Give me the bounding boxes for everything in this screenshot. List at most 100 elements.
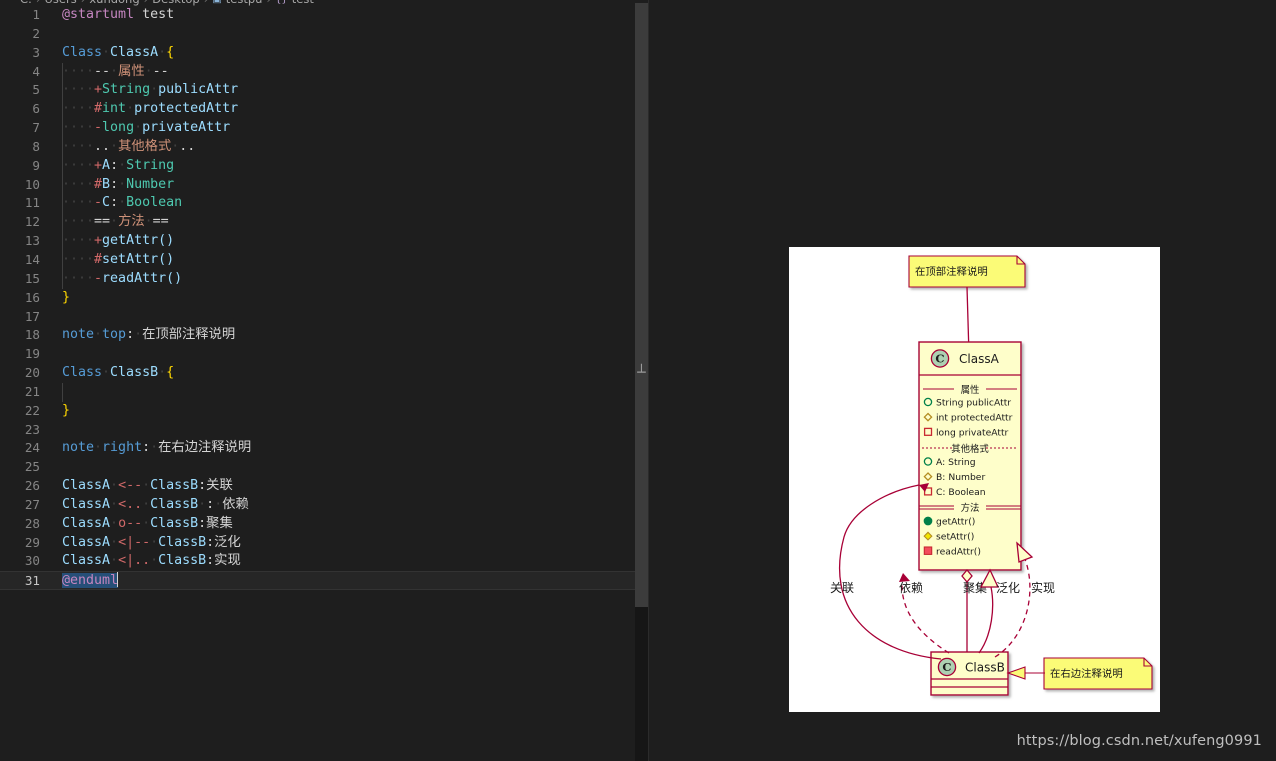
classa-method-1: setAttr(): [936, 532, 974, 543]
breadcrumb-item-file[interactable]: testpu: [226, 0, 263, 6]
code-line[interactable]: 25: [0, 458, 635, 477]
classa-member-0: String publicAttr: [936, 398, 1011, 409]
line-number: 13: [24, 233, 40, 249]
realization-label: 实现: [1031, 580, 1055, 595]
classa-method-2: readAttr(): [936, 547, 981, 558]
code-line[interactable]: 28 ClassA·o--·ClassB:聚集: [0, 515, 635, 534]
line-number: 26: [24, 478, 40, 494]
code-line[interactable]: 2: [0, 25, 635, 44]
plantuml-editor-window: C: › Users › xundong › Desktop › ▣ testp…: [0, 0, 1276, 761]
line-text: ····+String·publicAttr: [62, 82, 239, 98]
relation-dependency[interactable]: 依赖: [899, 572, 950, 654]
breadcrumb-item-xundong[interactable]: xundong: [89, 0, 139, 6]
code-lines-container[interactable]: 1 @startuml test 2 3 Class·ClassA·{4 ····--·属…: [0, 6, 635, 591]
realization-line: [994, 558, 1031, 658]
scrollbar-thumb[interactable]: [635, 3, 649, 607]
diagram-preview-pane[interactable]: 在顶部注释说明 C ClassA 属性 String publicAttr in…: [649, 0, 1276, 761]
line-number: 27: [24, 496, 40, 512]
line-text: ClassA·<|--·ClassB:泛化: [62, 534, 241, 550]
line-number: 9: [32, 157, 40, 173]
classa-member-3: A: String: [936, 457, 976, 468]
code-line[interactable]: 12 ····==·方法·==: [0, 213, 635, 233]
line-number: 31: [24, 573, 40, 589]
code-line[interactable]: 19: [0, 345, 635, 364]
line-number: 17: [24, 308, 40, 324]
class-box-classb[interactable]: C ClassB: [930, 651, 1009, 696]
line-text: }: [62, 289, 71, 305]
line-number: 18: [24, 327, 40, 343]
breadcrumb-item-drive[interactable]: C:: [20, 0, 32, 6]
line-number: 10: [24, 176, 40, 192]
minimap-slider-icon[interactable]: ┴: [636, 366, 647, 383]
line-number: 29: [24, 534, 40, 550]
code-line[interactable]: 15 ····-readAttr(): [0, 269, 635, 289]
dependency-label: 依赖: [899, 580, 923, 595]
breadcrumb-item-desktop[interactable]: Desktop: [152, 0, 199, 6]
code-line[interactable]: 16}: [0, 289, 635, 308]
code-line[interactable]: 30 ClassA·<|..·ClassB:实现: [0, 552, 635, 571]
generalization-line: [978, 586, 994, 654]
private-filled-icon: [923, 546, 933, 555]
breadcrumb-separator: ›: [81, 0, 86, 6]
line-number: 15: [24, 270, 40, 286]
code-editor-pane[interactable]: 1 @startuml test 2 3 Class·ClassA·{4 ····--·属…: [0, 0, 635, 761]
code-line[interactable]: 4 ····--·属性·--: [0, 62, 635, 82]
code-line[interactable]: 3 Class·ClassA·{: [0, 44, 635, 63]
line-number: 25: [24, 459, 40, 475]
code-line[interactable]: 6 ····#int·protectedAttr: [0, 100, 635, 120]
line-text: @enduml: [62, 572, 119, 589]
code-line[interactable]: 13 ····+getAttr(): [0, 232, 635, 251]
note-right[interactable]: 在右边注释说明: [1043, 657, 1153, 690]
watermark-url: https://blog.csdn.net/xufeng0991: [1016, 733, 1262, 749]
breadcrumb-item-symbol[interactable]: test: [292, 0, 314, 6]
code-line[interactable]: 27 ClassA·<..·ClassB·:·依赖: [0, 496, 635, 515]
line-number: 8: [32, 138, 40, 154]
code-line[interactable]: 17: [0, 308, 635, 327]
code-line[interactable]: 11 ····-C:·Boolean: [0, 194, 635, 214]
code-line[interactable]: 26 ClassA·<--·ClassB:关联: [0, 477, 635, 496]
code-line[interactable]: 8 ····..·其他格式·..: [0, 137, 635, 157]
line-text: }: [62, 402, 71, 418]
line-text: ClassA·<..·ClassB·:·依赖: [62, 496, 249, 512]
code-line[interactable]: 20 Class·ClassB·{: [0, 364, 635, 383]
breadcrumb: C: › Users › xundong › Desktop › ▣ testp…: [0, 0, 314, 6]
line-text: ····-readAttr(): [62, 270, 183, 286]
line-number: 24: [24, 440, 40, 456]
line-number: 5: [32, 82, 40, 98]
code-line[interactable]: 14 ····#setAttr(): [0, 250, 635, 270]
uml-class-diagram: 在顶部注释说明 C ClassA 属性 String publicAttr in…: [830, 255, 1153, 696]
line-text: ····#int·protectedAttr: [62, 101, 239, 117]
classa-member-2: long privateAttr: [936, 428, 1009, 439]
breadcrumb-separator: ›: [36, 0, 41, 6]
code-line[interactable]: 24 note·right:·在右边注释说明: [0, 439, 635, 458]
note-right-connector: [1006, 666, 1026, 680]
code-line[interactable]: 22}: [0, 402, 635, 421]
class-box-classa[interactable]: C ClassA 属性 String publicAttr int protec…: [918, 341, 1022, 571]
line-text: ····--·属性·--: [62, 63, 169, 79]
relation-generalization[interactable]: 泛化: [978, 568, 1020, 654]
code-line[interactable]: 29 ClassA·<|--·ClassB:泛化: [0, 534, 635, 553]
line-number: 6: [32, 101, 40, 117]
line-text: ····==·方法·==: [62, 214, 169, 230]
line-number: 14: [24, 251, 40, 267]
line-number: 2: [32, 25, 40, 41]
line-number: 11: [24, 195, 40, 211]
line-text: Class·ClassB·{: [62, 365, 175, 381]
line-text: ····-long·privateAttr: [62, 120, 231, 136]
code-line[interactable]: 5 ····+String·publicAttr: [0, 81, 635, 101]
code-line[interactable]: 1 @startuml test: [0, 6, 635, 25]
code-line[interactable]: 10 ····#B:·Number: [0, 175, 635, 195]
code-line[interactable]: 21: [0, 382, 635, 402]
breadcrumb-item-users[interactable]: Users: [45, 0, 77, 6]
code-line[interactable]: 23: [0, 421, 635, 440]
code-line[interactable]: 9 ····+A:·String: [0, 156, 635, 176]
code-line[interactable]: 18 note·top:·在顶部注释说明: [0, 326, 635, 345]
code-line[interactable]: 31 @enduml: [0, 571, 635, 591]
scrollbar-track-tail: [635, 607, 649, 761]
note-top[interactable]: 在顶部注释说明: [908, 255, 1026, 288]
line-number: 12: [24, 214, 40, 230]
code-line[interactable]: 7 ····-long·privateAttr: [0, 119, 635, 138]
line-number: 19: [24, 346, 40, 362]
note-right-text: 在右边注释说明: [1050, 667, 1123, 680]
uml-diagram-canvas[interactable]: 在顶部注释说明 C ClassA 属性 String publicAttr in…: [789, 247, 1160, 712]
